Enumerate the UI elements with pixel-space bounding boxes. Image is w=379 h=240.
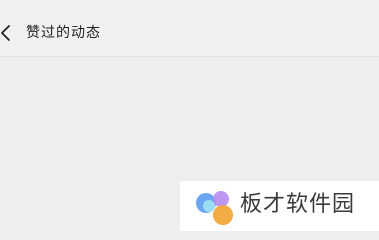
watermark-logo bbox=[196, 191, 233, 225]
watermark: 板才软件园 bbox=[180, 181, 379, 231]
navigation-bar: 赞过的动态 bbox=[0, 10, 379, 57]
back-button[interactable] bbox=[0, 22, 14, 44]
status-bar bbox=[0, 0, 379, 10]
page-title: 赞过的动态 bbox=[26, 25, 101, 41]
chevron-left-icon bbox=[1, 25, 10, 41]
watermark-text: 板才软件园 bbox=[240, 192, 356, 217]
